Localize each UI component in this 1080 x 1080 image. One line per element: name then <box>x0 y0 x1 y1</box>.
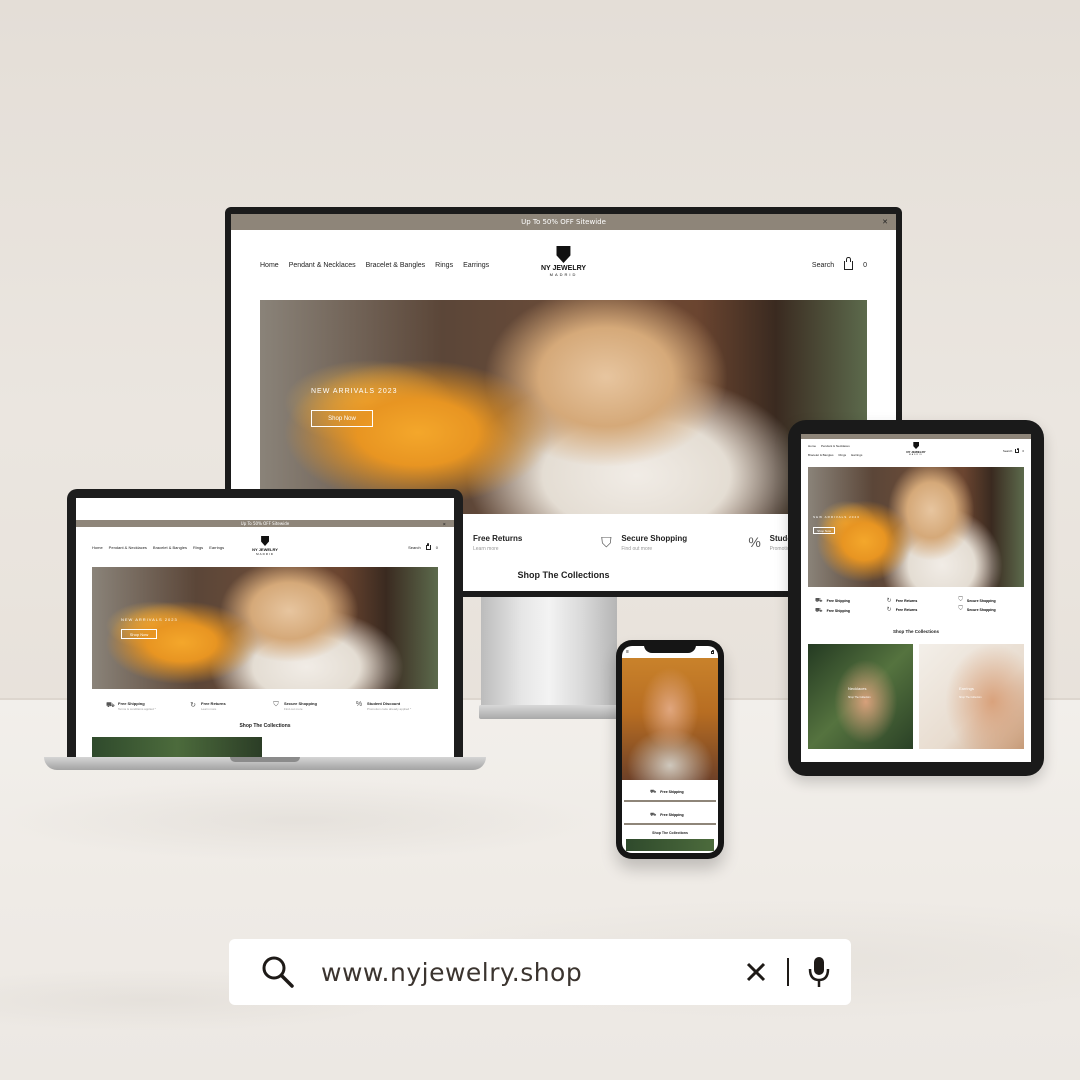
close-icon[interactable]: ✕ <box>882 218 888 226</box>
menu-icon[interactable]: ≡ <box>626 649 629 655</box>
site-header: Home Pendant & Necklaces Bracelet & Bang… <box>801 439 1031 463</box>
hero-banner: NEW ARRIVALS 2023 Shop Now <box>260 300 867 514</box>
shield-icon: ⛉ <box>958 597 963 603</box>
hero-banner <box>622 658 718 780</box>
truck-icon: ⛟ <box>106 702 115 709</box>
site-header: Home Pendant & Necklaces Bracelet & Bang… <box>231 230 896 300</box>
hero-kicker: NEW ARRIVALS 2023 <box>311 388 398 395</box>
shield-icon: ⛉ <box>958 606 963 612</box>
collection-tile-earrings[interactable]: Earrings Shop The Collection <box>919 644 1024 749</box>
cart-bag-icon[interactable] <box>1015 447 1020 453</box>
returns-icon: ↻ <box>886 598 892 604</box>
announcement-bar: Up To 50% OFF Sitewide ✕ <box>231 214 896 230</box>
features-grid: ⛟ Free Shipping ⛟ Free Shipping ↻ Free Retu… <box>815 597 996 614</box>
returns-icon: ↻ <box>190 702 196 709</box>
collection-tile-necklaces[interactable] <box>92 737 262 757</box>
collections-title: Shop The Collections <box>652 831 688 835</box>
feature-secure-shopping: ⛉ Secure Shopping Find out more <box>601 534 688 552</box>
brand-logo[interactable]: NY JEWELRY MADRID <box>541 246 586 277</box>
main-nav: Home Pendant & Necklaces Bracelet & Bang… <box>808 444 863 457</box>
percent-icon: % <box>355 701 363 708</box>
nav-rings[interactable]: Rings <box>435 262 453 269</box>
monitor-stand <box>481 595 617 707</box>
logo-shield-icon <box>913 442 919 449</box>
main-nav: Home Pendant & Necklaces Bracelet & Bang… <box>92 544 225 550</box>
search-bar[interactable]: www.nyjewelry.shop <box>229 939 851 1005</box>
monitor-foot <box>479 705 619 719</box>
cart-bag-icon[interactable] <box>711 649 715 654</box>
nav-home[interactable]: Home <box>260 262 279 269</box>
site-header: Home Pendant & Necklaces Bracelet & Bang… <box>76 527 454 567</box>
feature-card: ⛟ Free Shipping <box>624 807 716 825</box>
brand-logo[interactable]: NY JEWELRY MADRID <box>906 442 926 456</box>
hero-shop-now-button[interactable]: Shop Now <box>813 527 835 534</box>
hero-banner: NEW ARRIVALS 2023 Shop Now <box>808 467 1024 587</box>
cart-count: 0 <box>863 261 867 269</box>
header-actions: Search 0 <box>812 257 867 270</box>
truck-icon: ⛟ <box>650 788 657 795</box>
laptop-notch <box>230 757 300 762</box>
header-actions: Search 0 <box>408 542 438 550</box>
truck-icon: ⛟ <box>815 598 823 604</box>
feature-free-returns: ↻ Free Returns Learn more <box>451 534 599 552</box>
close-icon[interactable]: ✕ <box>443 521 446 526</box>
shield-icon: ⛉ <box>601 534 612 550</box>
search-icon[interactable] <box>261 955 295 989</box>
logo-shield-icon <box>260 536 269 546</box>
divider <box>787 958 789 986</box>
phone-screen: ≡ ⛟ Free Shipping ⛟ Free Shipping Shop T… <box>622 646 718 853</box>
cart-bag-icon[interactable] <box>844 257 854 270</box>
header-actions: Search 0 <box>1002 447 1024 453</box>
search-url-text[interactable]: www.nyjewelry.shop <box>321 958 582 987</box>
collections-title: Shop The Collections <box>239 723 291 729</box>
percent-icon: % <box>748 534 761 550</box>
nav-bracelets[interactable]: Bracelet & Bangles <box>366 262 426 269</box>
shield-icon: ⛉ <box>273 701 279 708</box>
clear-icon[interactable] <box>745 961 767 983</box>
search-link[interactable]: Search <box>812 262 834 269</box>
announcement-bar: Up To 50% OFF Sitewide ✕ <box>76 520 454 527</box>
cart-bag-icon[interactable] <box>425 542 431 550</box>
hero-shop-now-button[interactable]: Shop Now <box>121 629 157 639</box>
hero-banner: NEW ARRIVALS 2023 Shop Now <box>92 567 438 689</box>
nav-pendants[interactable]: Pendant & Necklaces <box>289 262 356 269</box>
logo-shield-icon <box>556 246 571 263</box>
collection-tile-necklaces[interactable] <box>626 839 714 851</box>
collections-grid: Necklaces Shop The Collection Earrings S… <box>801 634 1031 749</box>
main-nav: Home Pendant & Necklaces Bracelet & Bang… <box>260 262 489 269</box>
brand-logo[interactable]: NY JEWELRY MADRID <box>252 536 278 556</box>
announcement-text: Up To 50% OFF Sitewide <box>521 218 606 226</box>
phone-notch <box>644 644 696 653</box>
returns-icon: ↻ <box>886 607 892 613</box>
tablet-screen: Home Pendant & Necklaces Bracelet & Bang… <box>801 434 1031 762</box>
truck-icon: ⛟ <box>815 608 823 614</box>
features-row: ⛟ Free Shipping Terms & conditions appli… <box>106 701 412 711</box>
laptop-screen: Up To 50% OFF Sitewide ✕ Home Pendant & … <box>76 498 454 757</box>
collection-tile-necklaces[interactable]: Necklaces Shop The Collection <box>808 644 913 749</box>
microphone-icon[interactable] <box>807 956 831 988</box>
truck-icon: ⛟ <box>650 811 657 818</box>
nav-earrings[interactable]: Earrings <box>463 262 489 269</box>
hero-shop-now-button[interactable]: Shop Now <box>311 410 373 427</box>
feature-card: ⛟ Free Shipping <box>624 784 716 802</box>
